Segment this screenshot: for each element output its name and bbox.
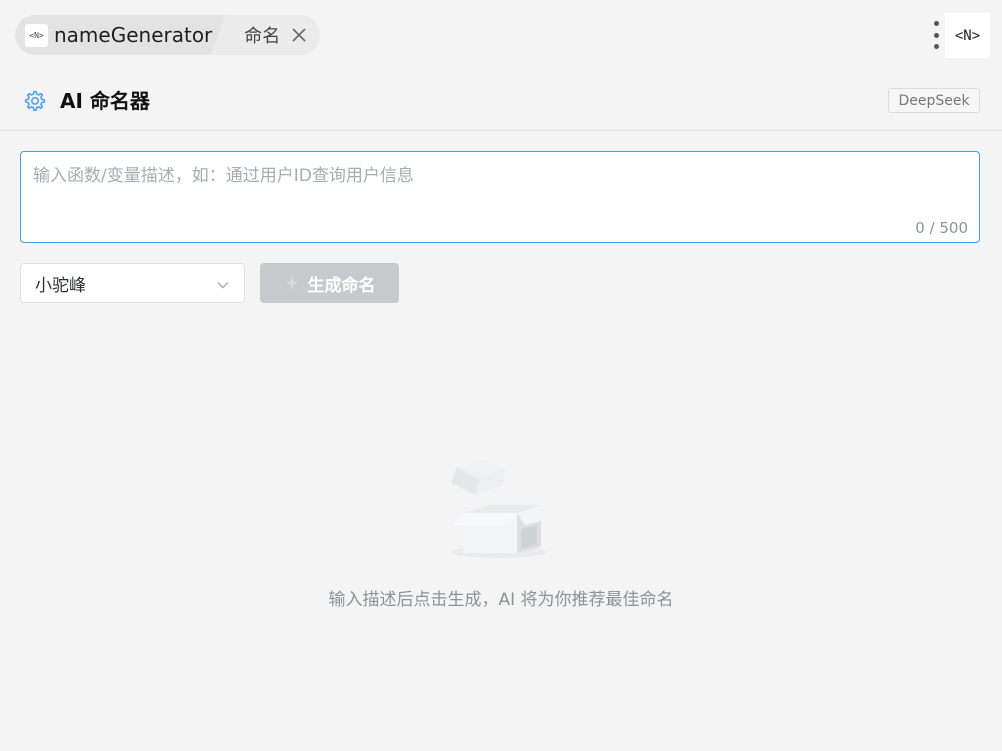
close-icon[interactable] xyxy=(288,24,310,46)
kebab-dot xyxy=(933,21,939,26)
tab-plugin-label: nameGenerator xyxy=(54,23,213,47)
chevron-down-icon xyxy=(216,277,230,291)
empty-state-text: 输入描述后点击生成，AI 将为你推荐最佳命名 xyxy=(328,590,674,610)
page-header: AI 命名器 DeepSeek xyxy=(0,72,1002,131)
app-logo-icon: <N> xyxy=(945,13,990,58)
generate-button-label: 生成命名 xyxy=(307,275,376,295)
title-bar: <N> nameGenerator 命名 <N> xyxy=(0,0,1002,72)
app-window: <N> nameGenerator 命名 <N> AI 命名器 DeepSeek… xyxy=(0,0,1002,751)
more-menu-button[interactable] xyxy=(926,20,946,50)
page-title: AI 命名器 xyxy=(60,89,150,113)
kebab-dot xyxy=(933,44,939,49)
naming-style-value: 小驼峰 xyxy=(35,275,86,296)
kebab-dot xyxy=(933,32,939,38)
empty-box-icon xyxy=(443,455,555,560)
tab-feature-label: 命名 xyxy=(244,26,281,47)
description-field: 0 / 500 xyxy=(20,151,980,243)
sparkle-icon xyxy=(284,275,300,291)
plugin-logo-icon: <N> xyxy=(25,23,48,47)
char-counter: 0 / 500 xyxy=(915,219,968,237)
tab-plugin[interactable]: <N> nameGenerator xyxy=(15,15,227,55)
model-badge: DeepSeek xyxy=(888,88,980,113)
description-input[interactable] xyxy=(21,152,979,242)
tab-bar: <N> nameGenerator 命名 xyxy=(15,15,321,55)
tab-feature[interactable]: 命名 xyxy=(228,15,321,55)
naming-style-select[interactable]: 小驼峰 xyxy=(20,263,245,303)
generate-button[interactable]: 生成命名 xyxy=(260,263,399,303)
gear-icon[interactable] xyxy=(23,89,47,113)
